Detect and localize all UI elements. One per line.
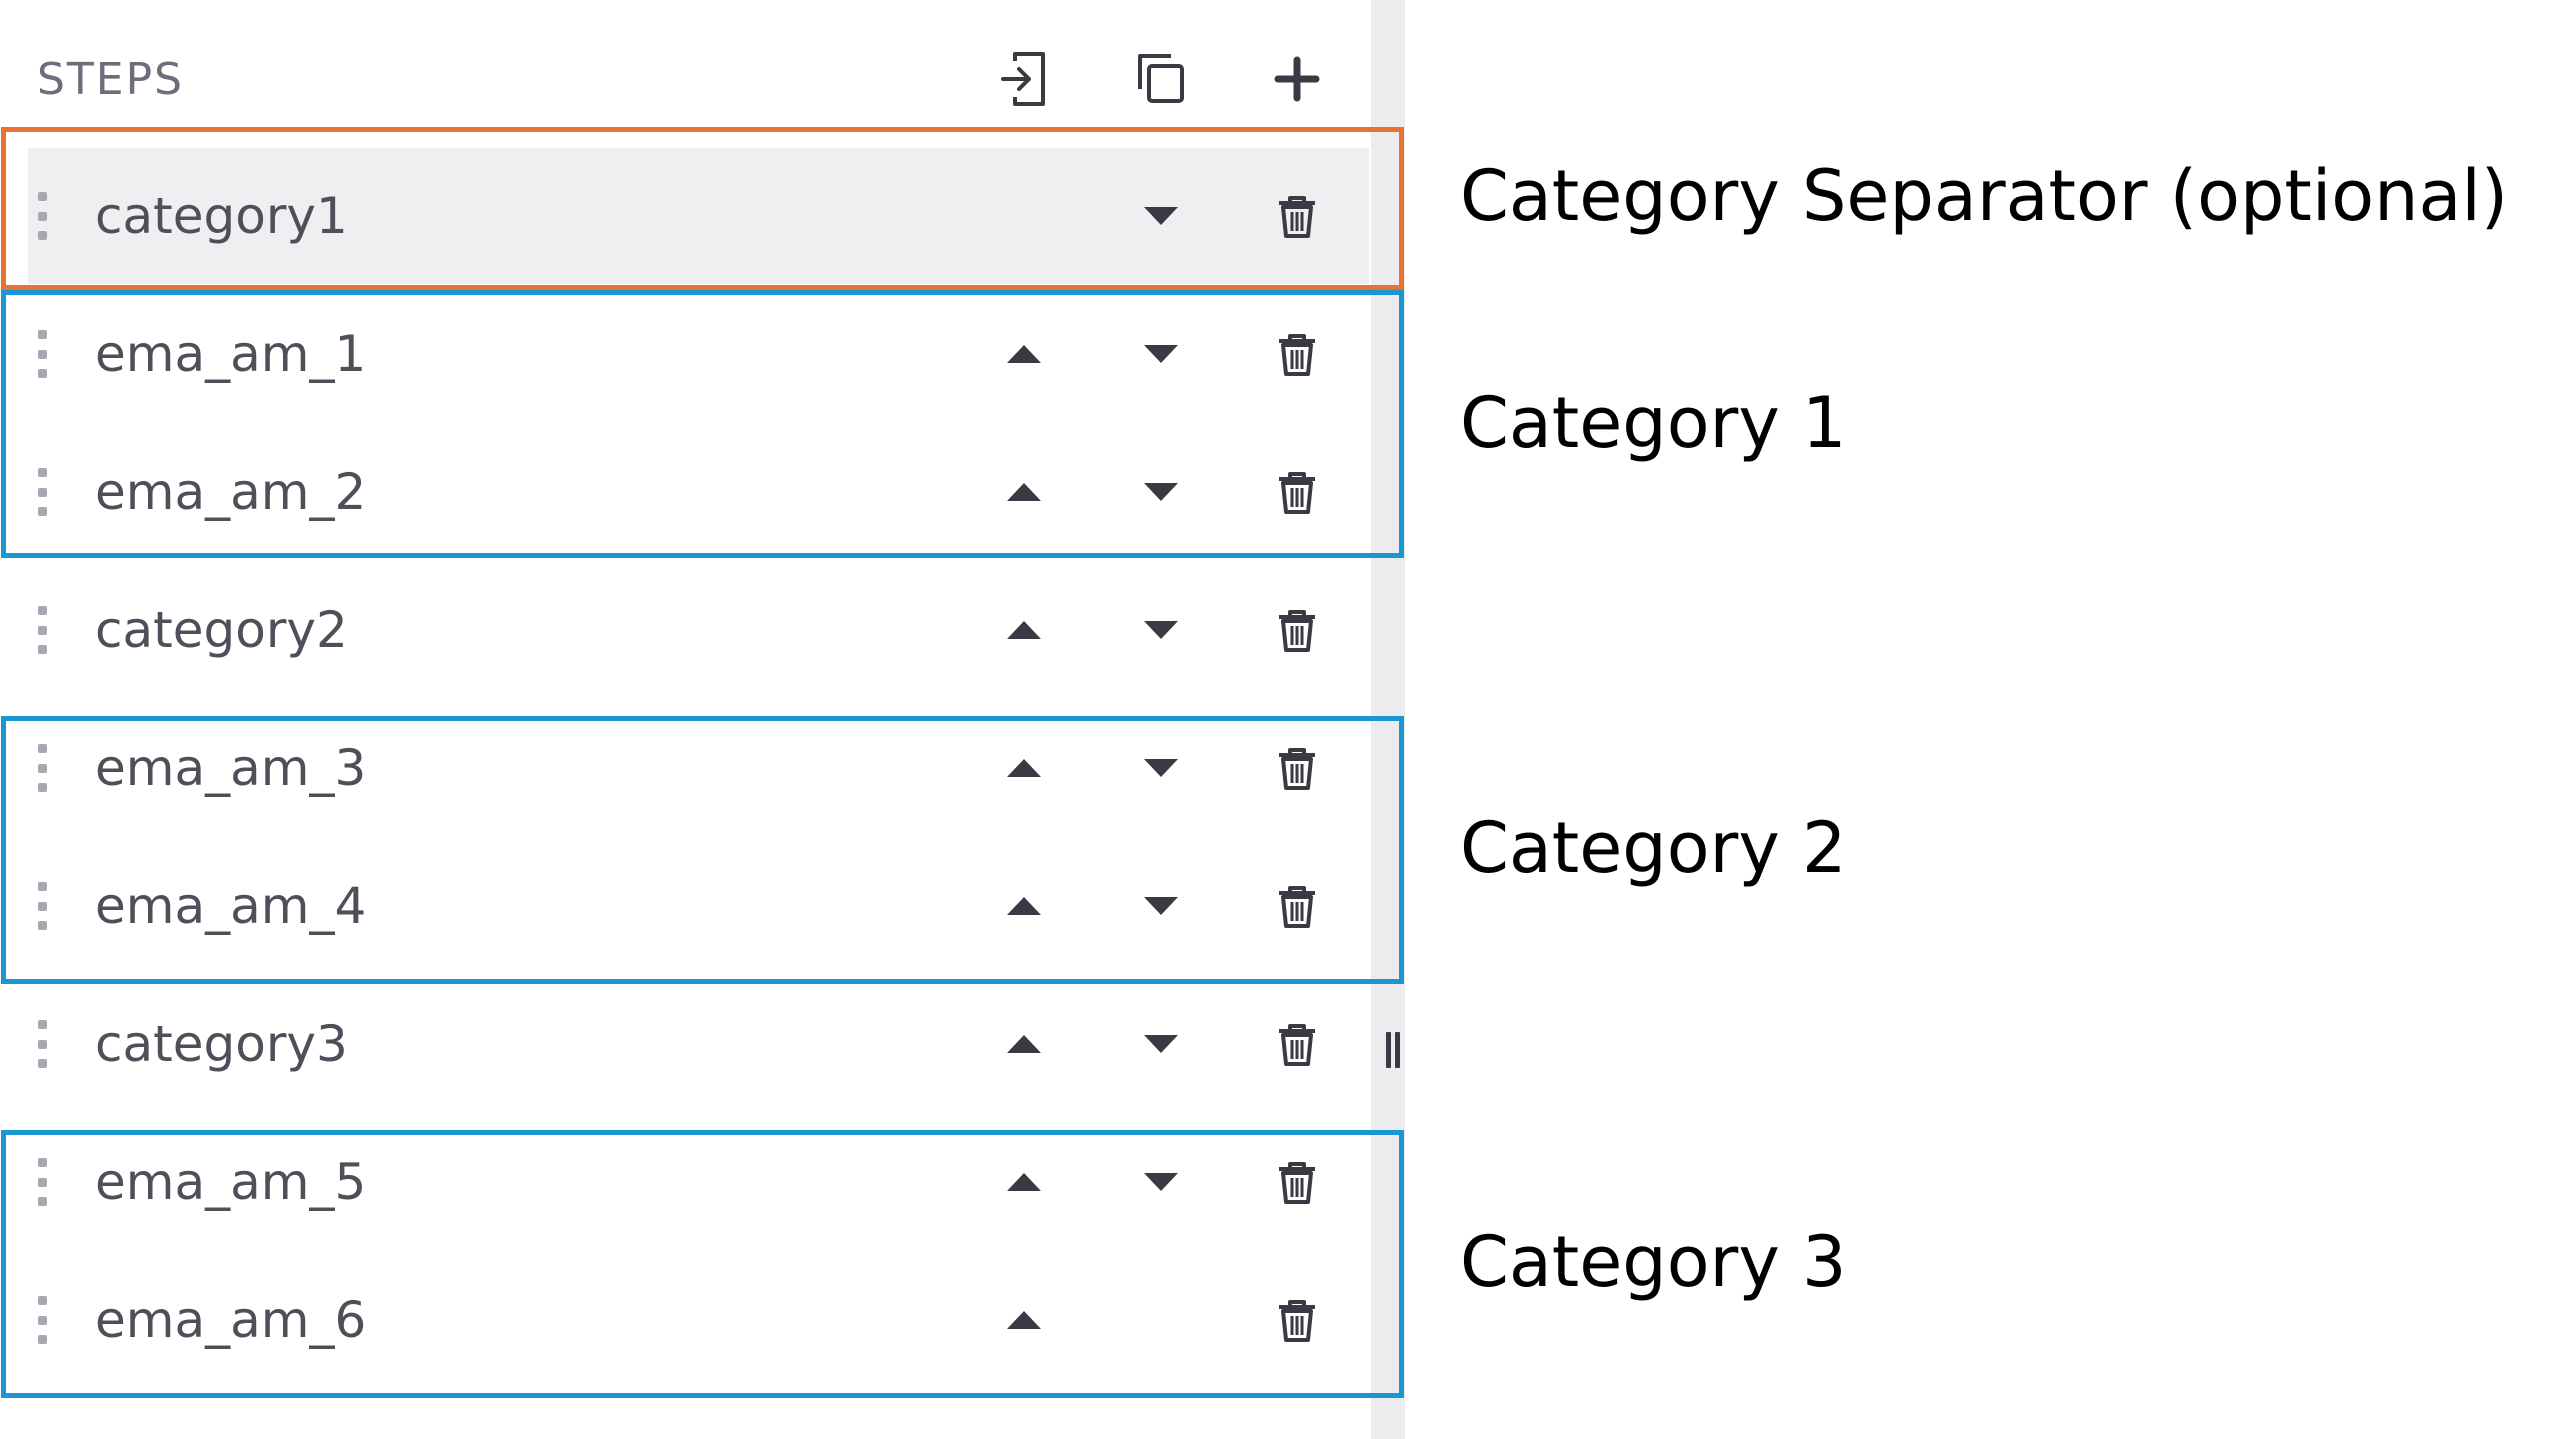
drag-handle-icon[interactable]	[36, 1158, 48, 1206]
drag-handle-icon[interactable]	[36, 882, 48, 930]
delete-icon[interactable]	[1267, 1014, 1327, 1074]
move-up-icon[interactable]	[994, 738, 1054, 798]
move-down-icon[interactable]	[1131, 600, 1191, 660]
add-icon[interactable]	[1266, 48, 1328, 110]
step-row[interactable]: ema_am_6	[28, 1252, 1369, 1388]
step-row[interactable]: ema_am_1	[28, 286, 1369, 422]
delete-icon[interactable]	[1267, 738, 1327, 798]
import-icon[interactable]	[994, 48, 1056, 110]
move-down-icon[interactable]	[1131, 1014, 1191, 1074]
move-down-icon[interactable]	[1131, 1152, 1191, 1212]
move-down-icon[interactable]	[1131, 738, 1191, 798]
move-up-icon[interactable]	[994, 462, 1054, 522]
drag-handle-icon[interactable]	[36, 744, 48, 792]
drag-handle-icon[interactable]	[36, 330, 48, 378]
move-down-icon[interactable]	[1131, 324, 1191, 384]
category3-annotation: Category 3	[1460, 1221, 1847, 1303]
delete-icon[interactable]	[1267, 186, 1327, 246]
delete-icon[interactable]	[1267, 462, 1327, 522]
move-up-icon[interactable]	[994, 324, 1054, 384]
delete-icon[interactable]	[1267, 324, 1327, 384]
move-up-icon[interactable]	[994, 1152, 1054, 1212]
category2-annotation: Category 2	[1460, 807, 1847, 889]
step-label: ema_am_1	[95, 325, 367, 383]
move-up-icon[interactable]	[994, 876, 1054, 936]
step-label: ema_am_4	[95, 877, 367, 935]
move-up-icon[interactable]	[994, 1290, 1054, 1350]
panel-resize-splitter[interactable]	[1371, 0, 1405, 1439]
move-down-icon[interactable]	[1131, 876, 1191, 936]
steps-title: STEPS	[37, 54, 185, 105]
step-row[interactable]: category3	[28, 976, 1369, 1112]
step-row[interactable]: ema_am_5	[28, 1114, 1369, 1250]
drag-handle-icon[interactable]	[36, 468, 48, 516]
drag-handle-icon[interactable]	[36, 606, 48, 654]
step-label: ema_am_3	[95, 739, 367, 797]
delete-icon[interactable]	[1267, 600, 1327, 660]
separator-annotation: Category Separator (optional)	[1460, 155, 2509, 237]
move-up-icon[interactable]	[994, 600, 1054, 660]
step-label: ema_am_2	[95, 463, 367, 521]
step-row[interactable]: ema_am_4	[28, 838, 1369, 974]
category1-annotation: Category 1	[1460, 382, 1847, 464]
step-label: ema_am_5	[95, 1153, 367, 1211]
step-row[interactable]: ema_am_2	[28, 424, 1369, 560]
step-label: category3	[95, 1015, 348, 1073]
step-label: ema_am_6	[95, 1291, 367, 1349]
delete-icon[interactable]	[1267, 1290, 1327, 1350]
move-up-icon[interactable]	[994, 1014, 1054, 1074]
move-down-icon[interactable]	[1131, 462, 1191, 522]
splitter-grip-icon[interactable]	[1386, 1032, 1391, 1068]
splitter-grip-icon[interactable]	[1395, 1032, 1400, 1068]
move-down-icon[interactable]	[1131, 186, 1191, 246]
delete-icon[interactable]	[1267, 1152, 1327, 1212]
step-row[interactable]: category1	[28, 148, 1369, 284]
drag-handle-icon[interactable]	[36, 1020, 48, 1068]
steps-panel: STEPS category1 ema_am_1 ema_am_2 category2…	[0, 0, 1371, 1439]
drag-handle-icon[interactable]	[36, 1296, 48, 1344]
step-row[interactable]: ema_am_3	[28, 700, 1369, 836]
drag-handle-icon[interactable]	[36, 192, 48, 240]
step-label: category1	[95, 187, 348, 245]
step-row[interactable]: category2	[28, 562, 1369, 698]
step-label: category2	[95, 601, 348, 659]
duplicate-icon[interactable]	[1130, 48, 1192, 110]
delete-icon[interactable]	[1267, 876, 1327, 936]
